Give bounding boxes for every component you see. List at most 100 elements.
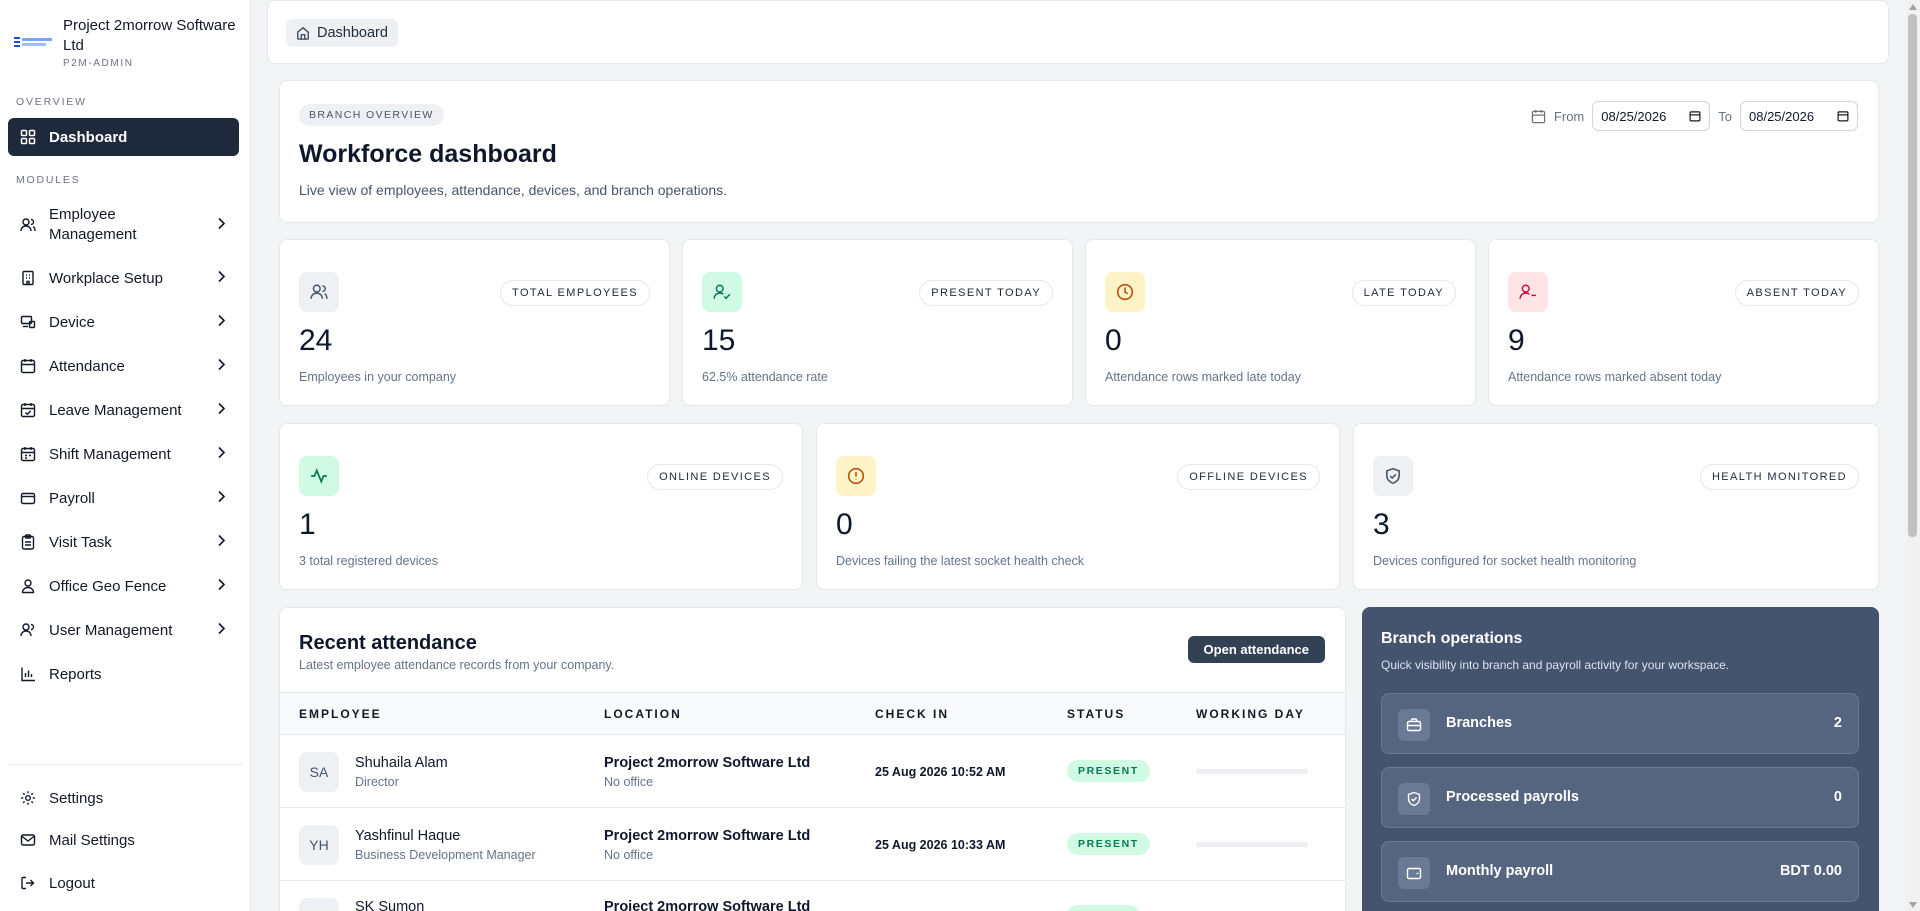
col-status[interactable]: STATUS — [1067, 707, 1125, 721]
stat-health-monitored[interactable]: HEALTH MONITORED 3 Devices configured fo… — [1353, 423, 1879, 590]
sidebar-item-dashboard[interactable]: Dashboard — [8, 118, 239, 156]
sidebar-item-office-geo-fence[interactable]: Office Geo Fence — [8, 572, 239, 600]
sidebar-item-attendance[interactable]: Attendance — [8, 352, 239, 380]
sidebar-item-shift-management[interactable]: Shift Management — [8, 440, 239, 468]
ops-value: BDT 0.00 — [1779, 863, 1842, 879]
stat-online-devices[interactable]: ONLINE DEVICES 1 3 total registered devi… — [279, 423, 803, 590]
sidebar-item-label: Leave Management — [49, 401, 182, 419]
stat-badge: HEALTH MONITORED — [1699, 464, 1859, 490]
stat-description: 3 total registered devices — [299, 554, 438, 568]
to-date-value: 08/25/2026 — [1749, 108, 1815, 124]
stat-value: 1 — [299, 508, 316, 541]
brand-sub: P2M-ADMIN — [63, 58, 134, 69]
branch-operations-title: Branch operations — [1381, 630, 1523, 647]
attendance-subtitle: Latest employee attendance records from … — [299, 658, 615, 672]
calendar-icon — [1531, 109, 1546, 123]
sidebar-item-payroll[interactable]: Payroll — [8, 484, 239, 512]
from-date-value: 08/25/2026 — [1601, 108, 1667, 124]
stat-description: Employees in your company — [299, 370, 457, 384]
check-in-time: 25 Aug 2026 10:33 AM — [875, 838, 1006, 852]
col-working-day[interactable]: WORKING DAY — [1196, 707, 1305, 721]
topbar: Dashboard — [267, 0, 1889, 64]
overview-label: OVERVIEW — [16, 96, 87, 108]
header-card: BRANCH OVERVIEW Workforce dashboard Live… — [279, 80, 1879, 223]
ops-row-processed-payrolls[interactable]: Processed payrolls 0 — [1381, 767, 1859, 828]
col-location[interactable]: LOCATION — [604, 707, 682, 721]
sidebar-item-label: User Management — [49, 621, 173, 639]
scroll-down-icon[interactable] — [1908, 900, 1917, 909]
sidebar-item-settings[interactable]: Settings — [8, 784, 239, 812]
chevron-right-icon — [217, 446, 226, 463]
table-row[interactable]: YH Yashfinul Haque Business Development … — [280, 808, 1345, 881]
stat-description: Attendance rows marked late today — [1105, 370, 1301, 384]
calendar-picker-icon — [1837, 111, 1849, 122]
stat-absent-today[interactable]: ABSENT TODAY 9 Attendance rows marked ab… — [1488, 239, 1879, 406]
ops-value: 0 — [1833, 789, 1842, 805]
sidebar-item-label: Dashboard — [49, 128, 128, 146]
sidebar-item-mail-settings[interactable]: Mail Settings — [8, 826, 239, 854]
stat-badge: ONLINE DEVICES — [647, 464, 783, 490]
shield-check-icon — [1398, 783, 1430, 815]
table-row[interactable]: SK Sumon Project 2morrow Software Ltd — [280, 881, 1345, 911]
brand-name: Project 2morrow Software Ltd — [63, 17, 236, 54]
gear-icon — [20, 790, 36, 806]
activity-icon — [299, 456, 339, 496]
logout-icon — [20, 875, 36, 891]
wallet-icon — [1398, 857, 1430, 889]
scrollbar-thumb[interactable] — [1908, 14, 1917, 537]
from-label: From — [1553, 108, 1585, 124]
employee-role: Business Development Manager — [355, 848, 536, 862]
stat-value: 3 — [1373, 508, 1390, 541]
ops-row-monthly-payroll[interactable]: Monthly payroll BDT 0.00 — [1381, 841, 1859, 902]
sidebar-item-device[interactable]: Device — [8, 308, 239, 336]
ops-label: Monthly payroll — [1446, 863, 1554, 879]
sidebar-item-label: Employee Management — [49, 206, 137, 243]
breadcrumb[interactable]: Dashboard — [286, 19, 398, 47]
attendance-title: Recent attendance — [299, 632, 477, 654]
sidebar-item-label: Workplace Setup — [49, 269, 163, 287]
open-attendance-button[interactable]: Open attendance — [1187, 636, 1325, 663]
sidebar-item-reports[interactable]: Reports — [8, 660, 239, 688]
avatar — [299, 898, 339, 911]
col-employee[interactable]: EMPLOYEE — [299, 707, 382, 721]
ops-row-branches[interactable]: Branches 2 — [1381, 693, 1859, 754]
stat-description: Devices failing the latest socket health… — [836, 554, 1085, 568]
sidebar-item-label: Device — [49, 313, 95, 331]
ops-value: 2 — [1833, 715, 1842, 731]
sidebar: Project 2morrow Software Ltd P2M-ADMIN O… — [0, 0, 251, 911]
table-row[interactable]: SA Shuhaila Alam Director Project 2morro… — [280, 735, 1345, 808]
stat-offline-devices[interactable]: OFFLINE DEVICES 0 Devices failing the la… — [816, 423, 1340, 590]
breadcrumb-label: Dashboard — [317, 25, 388, 41]
stat-present-today[interactable]: PRESENT TODAY 15 62.5% attendance rate — [682, 239, 1073, 406]
sidebar-item-visit-task[interactable]: Visit Task — [8, 528, 239, 556]
sidebar-item-logout[interactable]: Logout — [8, 869, 239, 897]
sidebar-item-workplace-setup[interactable]: Workplace Setup — [8, 264, 239, 292]
stat-badge: LATE TODAY — [1351, 280, 1456, 306]
stat-description: Attendance rows marked absent today — [1508, 370, 1722, 384]
stat-value: 9 — [1508, 324, 1525, 357]
to-date-input[interactable]: 08/25/2026 — [1740, 101, 1858, 131]
stat-badge: OFFLINE DEVICES — [1177, 464, 1320, 490]
sidebar-item-label: Visit Task — [49, 533, 112, 551]
date-range: From 08/25/2026 To 08/25/2026 — [1531, 101, 1858, 131]
working-day-progress — [1196, 842, 1308, 847]
sidebar-item-leave-management[interactable]: Leave Management — [8, 396, 239, 424]
stat-value: 0 — [1105, 324, 1122, 357]
to-label: To — [1718, 108, 1732, 124]
scrollbar[interactable] — [1905, 0, 1920, 911]
branch-overview-tag: BRANCH OVERVIEW — [299, 104, 444, 126]
col-check-in[interactable]: CHECK IN — [875, 707, 949, 721]
sidebar-item-user-management[interactable]: User Management — [8, 616, 239, 644]
scroll-up-icon[interactable] — [1908, 2, 1917, 11]
users-icon — [20, 217, 36, 233]
alert-circle-icon — [836, 456, 876, 496]
location-name: Project 2morrow Software Ltd — [604, 899, 811, 911]
brand[interactable]: Project 2morrow Software Ltd P2M-ADMIN — [0, 0, 250, 78]
sidebar-item-employee-management[interactable]: Employee Management — [8, 203, 239, 247]
calendar-clock-icon — [20, 446, 36, 462]
devices-icon — [20, 314, 36, 330]
stat-total-employees[interactable]: TOTAL EMPLOYEES 24 Employees in your com… — [279, 239, 670, 406]
stat-late-today[interactable]: LATE TODAY 0 Attendance rows marked late… — [1085, 239, 1476, 406]
bar-chart-icon — [20, 666, 36, 682]
from-date-input[interactable]: 08/25/2026 — [1592, 101, 1711, 131]
